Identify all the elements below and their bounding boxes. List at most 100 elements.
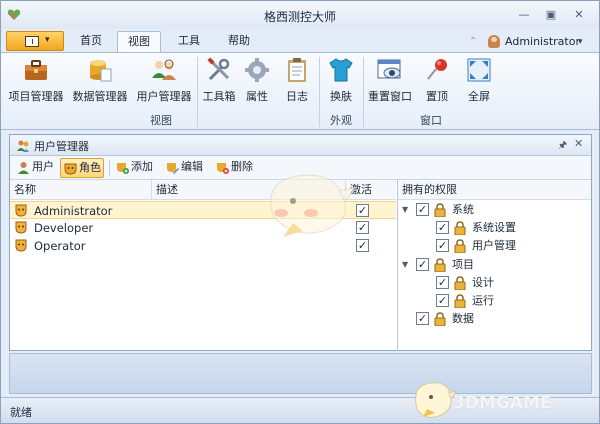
lock-icon <box>454 294 466 308</box>
tree-node-data[interactable]: ✓ 数据 <box>402 310 587 328</box>
collapse-icon[interactable]: ▼ <box>402 201 408 219</box>
gear-icon <box>245 58 269 82</box>
tree-node-user-management[interactable]: ✓ 用户管理 <box>422 237 587 255</box>
tab-tools[interactable]: 工具 <box>169 31 209 53</box>
properties-button[interactable]: 属性 <box>239 56 275 110</box>
lock-icon <box>454 276 466 290</box>
pin-panel-icon[interactable]: 🖈 <box>558 138 567 155</box>
database-icon <box>90 60 112 82</box>
ribbon-label: 重置窗口 <box>368 90 412 103</box>
close-panel-icon[interactable]: ✕ <box>574 137 583 150</box>
project-manager-button[interactable]: 项目管理器 <box>5 56 67 110</box>
minimize-button[interactable]: — <box>518 9 530 21</box>
add-icon <box>117 163 129 174</box>
role-name: Developer <box>34 221 94 235</box>
close-button[interactable]: ✕ <box>573 9 585 21</box>
role-name: Operator <box>34 239 86 253</box>
role-mask-icon <box>15 204 27 217</box>
ribbon-label: 用户管理器 <box>136 90 192 103</box>
pushpin-icon <box>427 59 447 80</box>
edit-button[interactable]: 编辑 <box>163 158 209 178</box>
toolbox-button[interactable]: 工具箱 <box>199 56 239 110</box>
users-icon <box>152 59 176 80</box>
site-logo-icon <box>415 382 457 418</box>
tab-home[interactable]: 首页 <box>71 31 111 53</box>
app-window: 格西测控大师 — ▣ ✕ ▾ 首页 视图 工具 帮助 ⌃ Administrat… <box>0 0 600 424</box>
toolbar-label: 用户 <box>32 160 54 173</box>
tree-node-system-settings[interactable]: ✓ 系统设置 <box>422 219 587 237</box>
ribbon-label: 日志 <box>286 90 308 103</box>
lock-icon <box>454 239 466 253</box>
tree-node-system[interactable]: ▼ ✓ 系统 <box>402 201 587 219</box>
add-button[interactable]: 添加 <box>113 158 159 178</box>
tab-view[interactable]: 视图 <box>117 31 161 53</box>
tree-node-project[interactable]: ▼ ✓ 项目 <box>402 256 587 274</box>
lock-icon <box>454 221 466 235</box>
panel-title: 用户管理器 <box>34 140 89 153</box>
tree-label: 系统设置 <box>472 221 516 234</box>
ribbon-label: 全屏 <box>468 90 490 103</box>
users-icon <box>17 140 29 152</box>
roles-tab-button[interactable]: 角色 <box>60 158 104 178</box>
toolbar-separator <box>109 160 110 176</box>
fullscreen-button[interactable]: 全屏 <box>459 56 499 110</box>
tree-label: 项目 <box>452 258 474 271</box>
permission-checkbox[interactable]: ✓ <box>416 312 429 325</box>
ribbon-label: 换肤 <box>330 90 352 103</box>
role-name: Administrator <box>34 204 113 218</box>
lock-icon <box>434 312 446 326</box>
mascot-watermark-icon <box>270 174 359 237</box>
ribbon-separator <box>319 57 320 127</box>
ribbon-separator <box>363 57 364 127</box>
tools-icon <box>207 57 230 81</box>
tree-label: 运行 <box>472 294 494 307</box>
permission-checkbox[interactable]: ✓ <box>436 294 449 307</box>
users-tab-button[interactable]: 用户 <box>14 158 58 178</box>
lower-pane <box>9 353 592 394</box>
chevron-down-icon: ▾ <box>45 35 50 45</box>
collapse-ribbon-icon[interactable]: ⌃ <box>469 33 477 51</box>
ribbon-tab-row: ▾ 首页 视图 工具 帮助 ⌃ Administrator ▾ <box>1 29 599 53</box>
tree-node-run[interactable]: ✓ 运行 <box>422 292 587 310</box>
permission-checkbox[interactable]: ✓ <box>416 203 429 216</box>
app-menu-button[interactable]: ▾ <box>6 31 64 51</box>
ribbon-label: 属性 <box>246 90 268 103</box>
tab-help[interactable]: 帮助 <box>219 31 259 53</box>
role-mask-icon <box>64 163 77 175</box>
toolbar-label: 编辑 <box>181 160 203 173</box>
tree-node-design[interactable]: ✓ 设计 <box>422 274 587 292</box>
permission-checkbox[interactable]: ✓ <box>416 258 429 271</box>
ribbon-label: 工具箱 <box>202 90 236 103</box>
tree-label: 数据 <box>452 312 474 325</box>
user-manager-button[interactable]: 用户管理器 <box>133 56 195 110</box>
collapse-icon[interactable]: ▼ <box>402 256 408 274</box>
app-menu-icon <box>25 36 39 47</box>
avatar <box>488 35 500 48</box>
ribbon-label: 项目管理器 <box>8 90 64 103</box>
data-manager-button[interactable]: 数据管理器 <box>69 56 131 110</box>
permissions-tree: ▼ ✓ 系统 ✓ 系统设置 ✓ 用户管理 ▼ ✓ 项目 ✓ 设计 ✓ 运行 ✓ … <box>398 201 591 351</box>
site-watermark: 3DMGAME <box>453 393 552 413</box>
lock-icon <box>434 258 446 272</box>
permission-checkbox[interactable]: ✓ <box>436 221 449 234</box>
fullscreen-icon <box>467 58 491 82</box>
log-button[interactable]: 日志 <box>279 56 315 110</box>
reset-window-button[interactable]: 重置窗口 <box>365 56 415 110</box>
permission-checkbox[interactable]: ✓ <box>436 276 449 289</box>
status-text: 就绪 <box>10 406 32 419</box>
tree-label: 用户管理 <box>472 239 516 252</box>
role-mask-icon <box>15 239 27 252</box>
edit-icon <box>167 163 179 174</box>
column-header-name[interactable]: 名称 <box>10 180 152 200</box>
permission-checkbox[interactable]: ✓ <box>436 239 449 252</box>
maximize-button[interactable]: ▣ <box>545 9 557 21</box>
pin-top-button[interactable]: 置顶 <box>419 56 455 110</box>
ribbon: 项目管理器 数据管理器 用户管理器 工具箱 属性 日志 换肤 重置窗口 置顶 全… <box>1 52 599 130</box>
chevron-down-icon: ▾ <box>578 37 583 47</box>
briefcase-icon <box>25 60 47 80</box>
clipboard-icon <box>288 58 306 82</box>
panel-header: 用户管理器 🖈 ✕ <box>10 135 591 156</box>
group-label-window: 窗口 <box>420 114 442 127</box>
skin-button[interactable]: 换肤 <box>321 56 361 110</box>
ribbon-label: 置顶 <box>426 90 448 103</box>
